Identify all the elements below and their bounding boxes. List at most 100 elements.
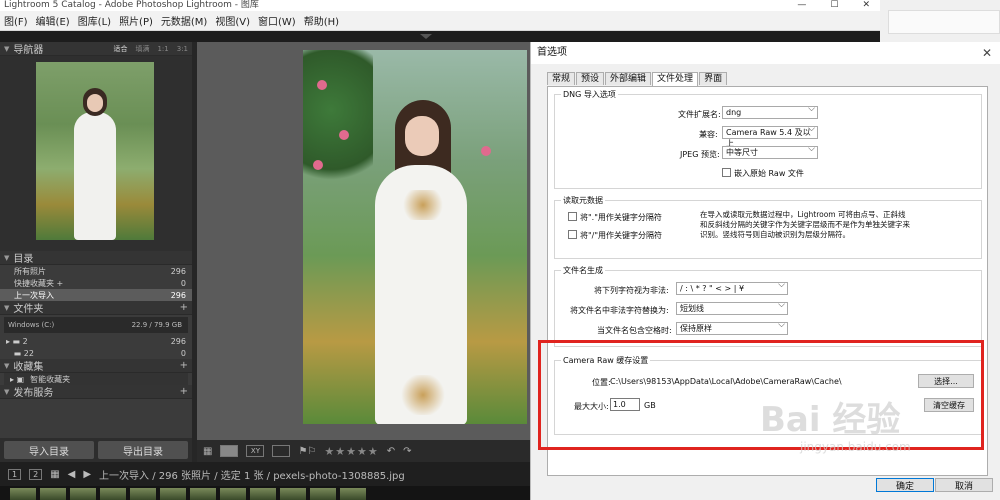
navigator-preview[interactable]	[0, 56, 192, 251]
add-folder-icon[interactable]: +	[180, 302, 188, 313]
close-icon[interactable]: ✕	[862, 0, 870, 11]
folders-header[interactable]: ▼ 文件夹 +	[0, 301, 192, 315]
navigator-thumbnail	[36, 62, 154, 240]
menu-window[interactable]: 窗口(W)	[258, 13, 296, 28]
left-panel: ▼ 导航器 适合 填满 1:1 3:1 ▼ 目录 所有照片 296 快捷收藏夹 …	[0, 42, 192, 462]
menu-help[interactable]: 帮助(H)	[304, 13, 339, 28]
filmstrip-thumbnail[interactable]	[100, 488, 126, 500]
catalog-item-count: 296	[170, 266, 186, 276]
zoom-1-1[interactable]: 1:1	[157, 42, 168, 56]
ok-button[interactable]: 确定	[876, 478, 934, 492]
folder-item[interactable]: ▸ ▬ 2 296	[0, 335, 192, 347]
tab-external-editing[interactable]: 外部编辑	[605, 72, 652, 85]
space-select[interactable]: 保持原样	[676, 320, 788, 335]
catalog-header[interactable]: ▼ 目录	[0, 251, 192, 265]
library-toolbar: ▦ XY ⚑⚐ ★★★★★ ↶ ↷	[197, 440, 530, 462]
filmstrip-thumbnail[interactable]	[220, 488, 246, 500]
filmstrip-thumbnail[interactable]	[280, 488, 306, 500]
export-catalog-button[interactable]: 导出目录	[98, 441, 188, 459]
volume-row[interactable]: Windows (C:) 22.9 / 79.9 GB	[4, 317, 188, 333]
import-catalog-button[interactable]: 导入目录	[4, 441, 94, 459]
rating-stars[interactable]: ★★★★★	[324, 445, 378, 458]
tab-interface[interactable]: 界面	[699, 72, 728, 85]
dialog-titlebar[interactable]: 首选项 ✕	[531, 42, 1000, 64]
filmstrip-thumbnail[interactable]	[190, 488, 216, 500]
choose-location-button[interactable]: 选择...	[918, 374, 974, 388]
filmstrip-thumbnail[interactable]	[250, 488, 276, 500]
illegal-chars-label: 将下列字符视为非法:	[594, 286, 669, 295]
menu-edit[interactable]: 编辑(E)	[36, 13, 70, 28]
zoom-fill[interactable]: 填满	[135, 42, 149, 56]
catalog-item-label: 上一次导入	[14, 290, 54, 300]
loupe-view-icon[interactable]	[220, 445, 239, 457]
flag-icon[interactable]: ⚑⚐	[298, 446, 316, 457]
grid-view-icon[interactable]: ▦	[203, 446, 212, 457]
ext-label: 文件扩展名:	[678, 110, 721, 119]
rotate-left-icon[interactable]: ↶	[387, 446, 395, 457]
catalog-item-all-photos[interactable]: 所有照片 296	[0, 265, 192, 277]
main-photo[interactable]	[303, 50, 527, 424]
filmstrip-breadcrumb[interactable]: 上一次导入 / 296 张照片 / 选定 1 张 / pexels-photo-…	[99, 467, 405, 482]
menu-view[interactable]: 视图(V)	[215, 13, 250, 28]
rotate-right-icon[interactable]: ↷	[403, 446, 411, 457]
navigator-zoom-options: 适合 填满 1:1 3:1	[113, 42, 188, 56]
filmstrip-thumbnail[interactable]	[130, 488, 156, 500]
collections-title: 收藏集	[13, 362, 44, 373]
replace-select[interactable]: 短划线	[676, 300, 788, 315]
collections-header[interactable]: ▼ 收藏集 +	[0, 359, 192, 373]
publish-header[interactable]: ▼ 发布服务 +	[0, 385, 192, 399]
navigator-header[interactable]: ▼ 导航器 适合 填满 1:1 3:1	[0, 42, 192, 56]
catalog-item-quick-collection[interactable]: 快捷收藏夹 + 0	[0, 277, 192, 289]
filmstrip-thumbnail[interactable]	[310, 488, 336, 500]
filmstrip-thumbnail[interactable]	[340, 488, 366, 500]
filmstrip-thumbnail[interactable]	[70, 488, 96, 500]
volume-label: Windows (C:)	[8, 321, 55, 329]
catalog-buttons: 导入目录 导出目录	[0, 438, 192, 462]
tab-presets[interactable]: 预设	[576, 72, 605, 85]
add-publish-icon[interactable]: +	[180, 386, 188, 397]
expand-triangle-icon: ▼	[4, 387, 10, 396]
zoom-3-1[interactable]: 3:1	[177, 42, 188, 56]
filmstrip-thumbnail[interactable]	[160, 488, 186, 500]
file-extension-select[interactable]: dng	[722, 104, 818, 119]
watermark-url: jingyan.baidu.com	[800, 440, 911, 454]
menu-photo[interactable]: 照片(P)	[119, 13, 153, 28]
background-window	[880, 0, 1000, 42]
grid-icon[interactable]: ▦	[50, 469, 59, 480]
illegal-chars-select[interactable]: / : \ * ? " < > | ¥	[676, 280, 788, 295]
slash-separator-checkbox[interactable]	[568, 230, 577, 239]
menu-metadata[interactable]: 元数据(M)	[161, 13, 207, 28]
add-collection-icon[interactable]: +	[180, 360, 188, 371]
filmstrip-thumbnail[interactable]	[40, 488, 66, 500]
metadata-note: 在导入或读取元数据过程中，Lightroom 可将由点号、正斜线和反斜线分隔的关…	[700, 210, 910, 239]
filmstrip	[0, 486, 530, 500]
close-icon[interactable]: ✕	[982, 42, 992, 64]
collapse-icon[interactable]	[420, 34, 432, 39]
max-size-input[interactable]: 1.0	[610, 398, 640, 411]
tab-general[interactable]: 常规	[547, 72, 576, 85]
max-size-unit: GB	[644, 401, 656, 410]
filename-legend: 文件名生成	[563, 266, 603, 275]
page-number[interactable]: 2	[29, 468, 43, 480]
jpeg-preview-select[interactable]: 中等尺寸	[722, 144, 818, 159]
purge-cache-button[interactable]: 清空缓存	[924, 398, 974, 412]
secondary-window-icon[interactable]: 1	[8, 468, 22, 480]
menu-file[interactable]: 图(F)	[4, 13, 28, 28]
dot-separator-checkbox[interactable]	[568, 212, 577, 221]
compare-view-icon[interactable]: XY	[246, 445, 265, 457]
forward-icon[interactable]: ▶	[83, 469, 91, 480]
menu-library[interactable]: 图库(L)	[78, 13, 111, 28]
cancel-button[interactable]: 取消	[935, 478, 993, 492]
publish-title: 发布服务	[13, 388, 54, 399]
zoom-fit[interactable]: 适合	[113, 42, 127, 56]
back-icon[interactable]: ◀	[68, 469, 76, 480]
compatibility-select[interactable]: Camera Raw 5.4 及以上	[722, 124, 818, 148]
filmstrip-thumbnail[interactable]	[10, 488, 36, 500]
folder-icon: ▬ 22	[6, 348, 34, 358]
embed-raw-checkbox[interactable]	[722, 168, 731, 177]
loupe-view	[197, 42, 530, 440]
tab-file-handling[interactable]: 文件处理	[652, 72, 699, 86]
survey-view-icon[interactable]	[272, 445, 291, 457]
minimize-icon[interactable]: —	[797, 0, 806, 11]
maximize-icon[interactable]: ☐	[830, 0, 838, 11]
